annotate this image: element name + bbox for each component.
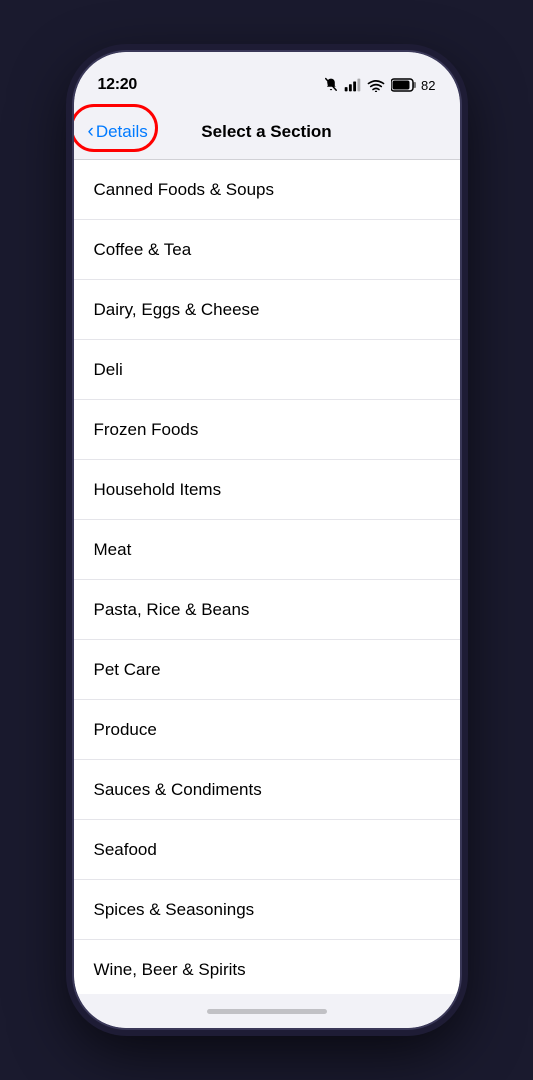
list-item-label: Meat [94,540,132,560]
status-bar: 12:20 [74,52,460,104]
list-item-label: Canned Foods & Soups [94,180,275,200]
list-item[interactable]: Pasta, Rice & Beans [74,580,460,640]
home-indicator [74,994,460,1028]
list-item-label: Wine, Beer & Spirits [94,960,246,980]
list-item[interactable]: Spices & Seasonings [74,880,460,940]
list-item[interactable]: Produce [74,700,460,760]
list-item-label: Deli [94,360,123,380]
phone-screen: 12:20 [74,52,460,1028]
list-item-label: Spices & Seasonings [94,900,255,920]
status-icons: 82 [324,77,435,93]
list-item[interactable]: Canned Foods & Soups [74,160,460,220]
list-item[interactable]: Wine, Beer & Spirits [74,940,460,994]
phone-frame: 12:20 [72,50,462,1030]
list-item-label: Pet Care [94,660,161,680]
nav-header: ‹ Details Select a Section [74,104,460,160]
back-button[interactable]: ‹ Details [82,114,158,150]
list-item[interactable]: Meat [74,520,460,580]
back-chevron-icon: ‹ [88,122,94,141]
list-container[interactable]: Canned Foods & Soups Coffee & Tea Dairy, E… [74,160,460,994]
list-item[interactable]: Dairy, Eggs & Cheese [74,280,460,340]
status-time: 12:20 [98,76,137,94]
back-button-wrapper: ‹ Details [82,114,158,150]
list-item[interactable]: Sauces & Condiments [74,760,460,820]
battery-level: 82 [421,78,435,93]
list-item-label: Frozen Foods [94,420,199,440]
wifi-icon [367,78,385,92]
list-item[interactable]: Frozen Foods [74,400,460,460]
signal-icon [344,78,361,92]
list-section: Canned Foods & Soups Coffee & Tea Dairy, E… [74,160,460,994]
list-item-label: Household Items [94,480,222,500]
notification-icon [324,77,338,93]
list-item[interactable]: Seafood [74,820,460,880]
battery-icon: 82 [391,78,435,93]
home-bar [207,1009,327,1014]
back-label: Details [96,122,148,142]
list-item-label: Pasta, Rice & Beans [94,600,250,620]
list-item[interactable]: Coffee & Tea [74,220,460,280]
back-button-container: ‹ Details [82,114,158,150]
list-item[interactable]: Household Items [74,460,460,520]
nav-title: Select a Section [201,122,331,142]
list-item-label: Sauces & Condiments [94,780,262,800]
list-item[interactable]: Deli [74,340,460,400]
list-item-label: Coffee & Tea [94,240,192,260]
list-item-label: Dairy, Eggs & Cheese [94,300,260,320]
list-item[interactable]: Pet Care [74,640,460,700]
list-item-label: Produce [94,720,157,740]
list-item-label: Seafood [94,840,157,860]
